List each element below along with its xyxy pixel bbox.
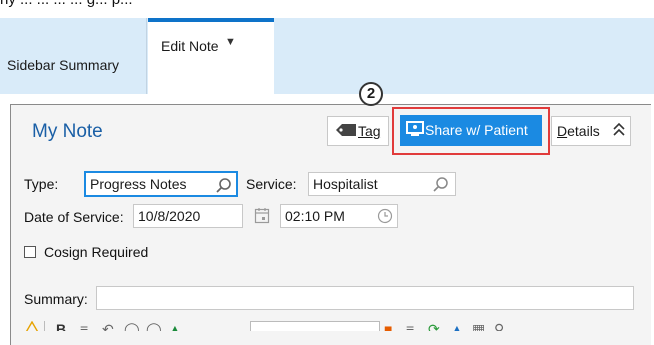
search-icon[interactable]: ⚲ (494, 321, 504, 331)
step-badge: 2 (359, 82, 383, 106)
circle-icon[interactable]: ◯ (146, 321, 162, 331)
circle-icon[interactable]: ◯ (124, 321, 140, 331)
search-icon[interactable] (216, 177, 232, 196)
note-title: My Note (32, 121, 103, 142)
refresh-icon[interactable]: ⟳ (428, 321, 440, 331)
chevron-down-icon[interactable]: ▼ (225, 36, 236, 48)
undo-icon[interactable]: ↶ (102, 321, 114, 331)
details-label: Details (557, 123, 600, 139)
font-select[interactable] (250, 321, 380, 331)
calendar-icon[interactable] (254, 207, 270, 229)
summary-label: Summary: (24, 291, 88, 307)
time-field[interactable]: 02:10 PM (280, 204, 398, 228)
tag-icon (335, 122, 357, 141)
time-value: 02:10 PM (285, 208, 345, 224)
top-cropped-header: ny ... ... ... ... g... p... (0, 0, 654, 18)
list-icon[interactable]: ≡ (80, 321, 88, 331)
tab-sidebar-summary[interactable]: Sidebar Summary (0, 18, 147, 94)
date-value: 10/8/2020 (138, 208, 201, 224)
upload-icon[interactable]: ▲ (450, 321, 464, 331)
tab-edit-note[interactable]: Edit Note ▼ (148, 18, 274, 94)
formatting-toolbar-cropped: B ≡ ↶ ◯ ◯ ▲ ■ ≡ ⟳ ▲ ▦ ⚲ (22, 319, 642, 331)
bold-icon[interactable]: B (56, 321, 66, 331)
search-icon[interactable] (433, 176, 449, 195)
date-of-service-label: Date of Service: (24, 209, 124, 225)
top-cropped-text: ny ... ... ... ... g... p... (0, 0, 133, 8)
type-label: Type: (24, 176, 59, 192)
align-icon[interactable]: ≡ (406, 321, 414, 331)
clock-icon[interactable] (377, 208, 393, 227)
toolbar-divider (44, 321, 45, 331)
tab-label: Edit Note (161, 38, 219, 54)
type-field[interactable]: Progress Notes (84, 171, 238, 197)
tag-label: Tag (358, 123, 381, 139)
cosign-required-label: Cosign Required (44, 244, 149, 260)
service-value: Hospitalist (313, 176, 378, 192)
text-color-icon[interactable]: ▲ (168, 321, 182, 331)
service-label: Service: (246, 176, 297, 192)
share-with-patient-button[interactable]: Share w/ Patient (400, 115, 542, 146)
warning-icon[interactable] (24, 320, 40, 331)
summary-input[interactable] (96, 286, 634, 310)
details-button[interactable]: Details (551, 116, 631, 146)
chevrons-up-icon (612, 121, 626, 142)
service-field[interactable]: Hospitalist (308, 172, 456, 196)
share-monitor-icon (406, 120, 424, 141)
cosign-required-checkbox[interactable] (24, 246, 36, 258)
tag-button[interactable]: Tag (327, 116, 389, 146)
date-of-service-field[interactable]: 10/8/2020 (133, 204, 243, 228)
share-label: Share w/ Patient (425, 122, 528, 138)
tab-bar: Sidebar Summary Edit Note ▼ (0, 18, 654, 94)
highlight-icon[interactable]: ■ (384, 321, 392, 331)
tab-label: Sidebar Summary (7, 57, 120, 73)
type-value: Progress Notes (90, 176, 187, 192)
table-icon[interactable]: ▦ (472, 321, 485, 331)
